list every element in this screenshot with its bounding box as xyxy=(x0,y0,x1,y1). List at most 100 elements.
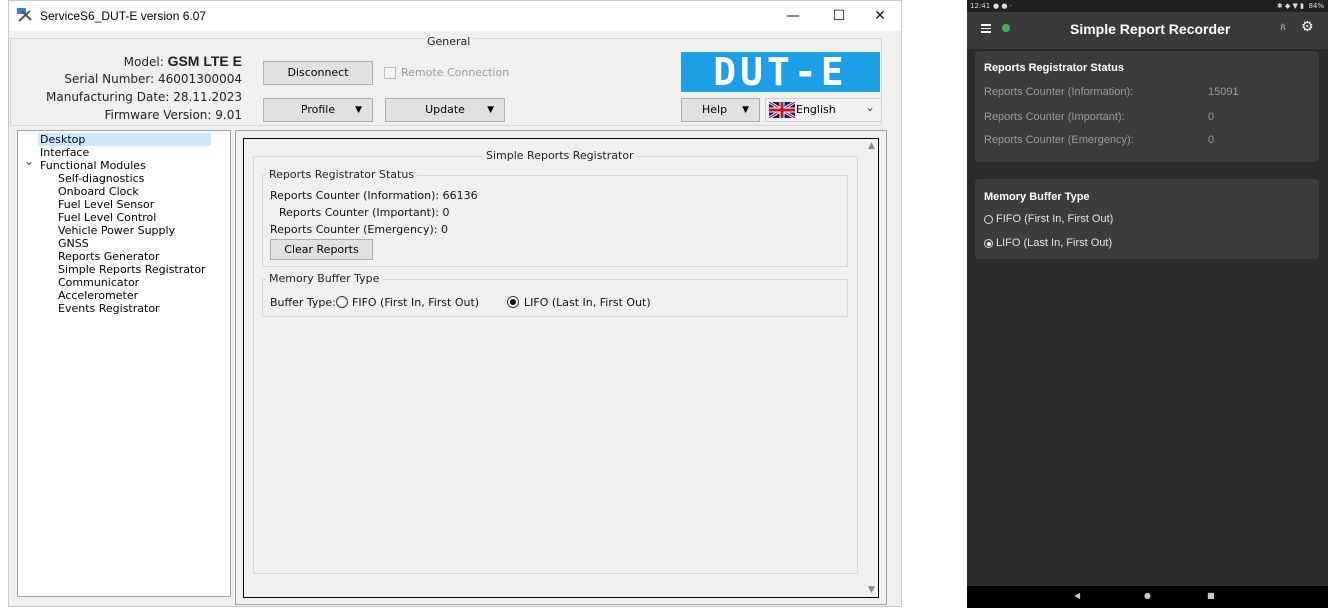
mfg-date-value: 28.11.2023 xyxy=(173,90,242,104)
app-bar: Simple Report Recorder ጰ ⚙ xyxy=(967,12,1328,49)
signal-icons: ✱ ◆ ▼ ▮ xyxy=(1276,2,1304,10)
serial-label: Serial Number: xyxy=(64,72,155,86)
remote-connection-label: Remote Connection xyxy=(401,66,510,79)
mfg-date-label: Manufacturing Date: xyxy=(46,90,170,104)
language-select[interactable]: English ⌄ xyxy=(765,98,882,122)
scroll-up-icon[interactable]: ▲ xyxy=(865,141,878,151)
disconnect-label: Disconnect xyxy=(287,66,349,79)
logo-text: DUT-E xyxy=(713,50,848,94)
content-scrollbar[interactable]: ▲ ▼ xyxy=(865,139,878,597)
dut-e-logo: DUT-E xyxy=(681,52,880,92)
m-emergency-counter-label: Reports Counter (Emergency): xyxy=(984,134,1134,146)
firmware-row: Firmware Version: 9.01 xyxy=(12,108,242,122)
info-counter-label: Reports Counter (Information): xyxy=(270,189,440,202)
tree-item-communicator[interactable]: Communicator xyxy=(58,276,139,289)
m-fifo-radio[interactable] xyxy=(984,215,993,224)
status-legend: Reports Registrator Status xyxy=(266,168,418,181)
help-dropdown-icon: ▼ xyxy=(742,105,749,115)
app-icon xyxy=(17,8,32,22)
tree-item-simple-reports-registrator[interactable]: Simple Reports Registrator xyxy=(58,263,206,276)
battery-level: 84% xyxy=(1308,2,1324,10)
important-counter-value: 0 xyxy=(442,206,450,219)
connection-status-icon xyxy=(1002,24,1010,32)
device-info: Model: GSM LTE E Serial Number: 46001300… xyxy=(10,50,242,130)
language-label: English xyxy=(796,103,836,116)
recents-icon[interactable]: ■ xyxy=(1207,591,1215,600)
back-icon[interactable]: ◀ xyxy=(1074,591,1080,600)
buffer-legend: Memory Buffer Type xyxy=(266,272,383,285)
tree-expander-icon[interactable]: ⌄ xyxy=(24,155,34,168)
fifo-radio[interactable] xyxy=(336,296,348,308)
status-time: 12:41 xyxy=(970,2,991,10)
general-legend: General xyxy=(424,35,474,48)
update-dropdown-icon: ▼ xyxy=(487,105,494,115)
uk-flag-icon xyxy=(769,102,795,118)
disconnect-button[interactable]: Disconnect xyxy=(263,61,373,85)
app-title: Simple Report Recorder xyxy=(1070,21,1231,37)
close-button[interactable]: ✕ xyxy=(857,1,903,31)
m-info-counter-label: Reports Counter (Information): xyxy=(984,86,1134,98)
buffer-type-label: Buffer Type: xyxy=(270,296,336,309)
help-button[interactable]: Help ▼ xyxy=(681,98,760,122)
scroll-down-icon[interactable]: ▼ xyxy=(865,585,878,595)
help-label: Help xyxy=(702,103,728,116)
tree-item-gnss[interactable]: GNSS xyxy=(58,237,89,250)
tree-item-reports-generator[interactable]: Reports Generator xyxy=(58,250,160,263)
serial-value: 46001300004 xyxy=(158,72,242,86)
profile-label: Profile xyxy=(300,103,336,116)
tree-item-events-registrator[interactable]: Events Registrator xyxy=(58,302,160,315)
user-icon[interactable]: ጰ xyxy=(1280,22,1286,33)
menu-icon[interactable] xyxy=(981,24,991,33)
emergency-counter-value: 0 xyxy=(440,223,448,236)
lifo-radio[interactable] xyxy=(507,296,519,308)
maximize-button[interactable]: ☐ xyxy=(816,1,862,31)
language-chevron-icon: ⌄ xyxy=(864,100,875,114)
buffer-card-title: Memory Buffer Type xyxy=(984,191,1090,203)
firmware-value: 9.01 xyxy=(215,108,242,122)
tree-item-fuel-level-control[interactable]: Fuel Level Control xyxy=(58,211,156,224)
minimize-button[interactable]: — xyxy=(770,1,816,31)
tree-item-accelerometer[interactable]: Accelerometer xyxy=(58,289,138,302)
tree-item-interface[interactable]: Interface xyxy=(40,146,89,159)
serial-row: Serial Number: 46001300004 xyxy=(12,72,242,86)
firmware-label: Firmware Version: xyxy=(104,108,212,122)
title-bar[interactable]: ServiceS6_DUT-E version 6.07 — ☐ ✕ xyxy=(9,1,901,31)
m-emergency-counter-value: 0 xyxy=(1208,134,1215,146)
tree-item-self-diagnostics[interactable]: Self-diagnostics xyxy=(58,172,144,185)
update-button[interactable]: Update ▼ xyxy=(385,98,505,122)
tree-item-desktop[interactable]: Desktop xyxy=(40,133,85,146)
navigation-bar: ◀ ● ■ xyxy=(967,586,1328,608)
important-counter-label: Reports Counter (Important): xyxy=(279,206,439,219)
panel-title: Simple Reports Registrator xyxy=(483,149,637,162)
m-fifo-label[interactable]: FIFO (First In, First Out) xyxy=(996,213,1113,225)
m-info-counter-value: 15091 xyxy=(1208,86,1239,98)
mfg-date-row: Manufacturing Date: 28.11.2023 xyxy=(12,90,242,104)
lifo-label[interactable]: LIFO (Last In, First Out) xyxy=(524,296,651,309)
status-bar: 12:41 ● ● · 84% ✱ ◆ ▼ ▮ xyxy=(967,0,1328,12)
clear-reports-button[interactable]: Clear Reports xyxy=(270,239,373,260)
profile-button[interactable]: Profile ▼ xyxy=(263,98,373,122)
m-important-counter-value: 0 xyxy=(1208,111,1215,123)
emergency-counter-label: Reports Counter (Emergency): xyxy=(270,223,438,236)
info-counter-value: 66136 xyxy=(442,189,478,202)
window-title: ServiceS6_DUT-E version 6.07 xyxy=(40,9,207,23)
home-icon[interactable]: ● xyxy=(1144,591,1151,600)
mobile-screen: 12:41 ● ● · 84% ✱ ◆ ▼ ▮ Simple Report Re… xyxy=(967,0,1328,608)
update-label: Update xyxy=(425,103,465,116)
m-important-counter-label: Reports Counter (Important): xyxy=(984,111,1125,123)
model-row: Model: GSM LTE E xyxy=(12,53,242,69)
remote-connection-checkbox[interactable] xyxy=(384,67,396,79)
model-label: Model: xyxy=(123,55,164,69)
m-lifo-radio[interactable] xyxy=(984,239,993,248)
tree-item-functional-modules[interactable]: Functional Modules xyxy=(40,159,146,172)
profile-dropdown-icon: ▼ xyxy=(355,105,362,115)
m-lifo-label[interactable]: LIFO (Last In, First Out) xyxy=(996,237,1112,249)
tree-item-vehicle-power-supply[interactable]: Vehicle Power Supply xyxy=(58,224,175,237)
important-counter-row: Reports Counter (Important): 0 xyxy=(279,206,449,219)
tree-item-onboard-clock[interactable]: Onboard Clock xyxy=(58,185,139,198)
notification-icons: ● ● · xyxy=(993,2,1012,10)
settings-gear-icon[interactable]: ⚙ xyxy=(1301,19,1314,35)
tree-item-fuel-level-sensor[interactable]: Fuel Level Sensor xyxy=(58,198,154,211)
fifo-label[interactable]: FIFO (First In, First Out) xyxy=(352,296,479,309)
buffer-card: Memory Buffer Type FIFO (First In, First… xyxy=(975,179,1319,259)
